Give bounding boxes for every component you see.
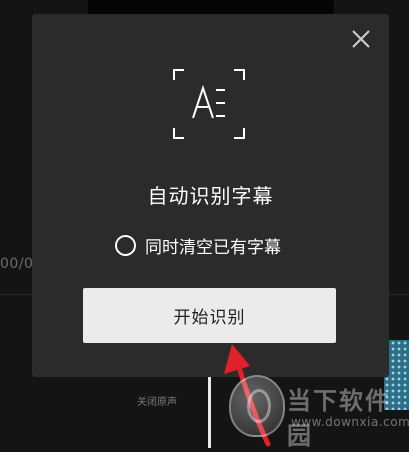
watermark-logo (229, 375, 285, 437)
option-label: 同时清空已有字幕 (145, 237, 281, 258)
timeline-playhead[interactable] (208, 376, 211, 448)
dialog-title: 自动识别字幕 (147, 184, 274, 208)
watermark-url: www.downxia.com (291, 415, 409, 429)
start-recognition-button[interactable]: 开始识别 (83, 288, 336, 343)
auto-caption-icon (172, 68, 246, 140)
radio-button[interactable] (115, 234, 136, 256)
watermark: 当下软件园 www.downxia.com (225, 375, 409, 450)
close-icon[interactable] (348, 26, 374, 52)
playback-time: 00/0 (0, 256, 34, 272)
auto-caption-dialog: 自动识别字幕 同时清空已有字幕 开始识别 (32, 14, 389, 377)
mute-original-label[interactable]: 关闭原声 (137, 393, 177, 408)
preview-panel (88, 0, 334, 14)
clear-existing-captions-option[interactable]: 同时清空已有字幕 (115, 232, 281, 258)
